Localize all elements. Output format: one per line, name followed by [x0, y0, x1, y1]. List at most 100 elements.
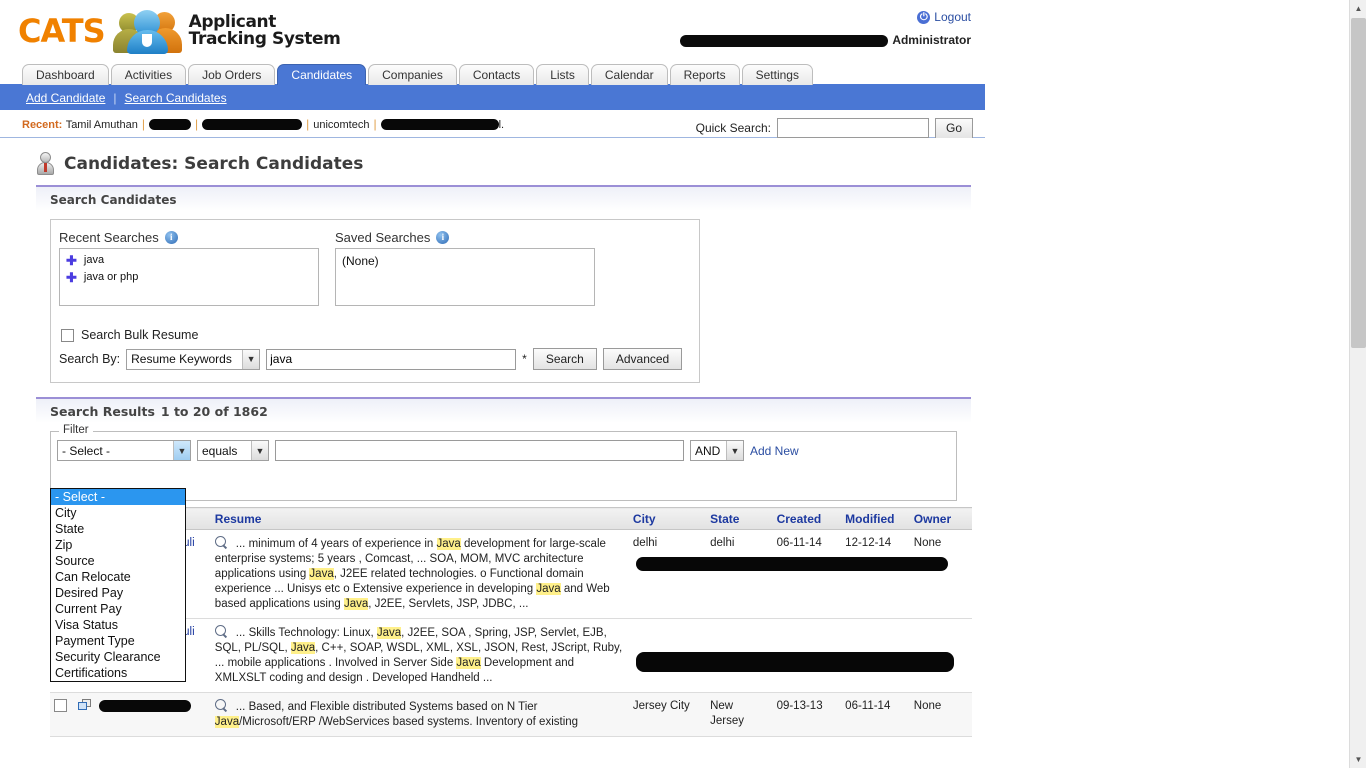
row-select-cell [50, 693, 74, 737]
quick-search-go-button[interactable]: Go [935, 118, 973, 139]
cell-modified: 12-12-14 [841, 530, 910, 619]
recent-separator: | [373, 117, 376, 131]
tab-job-orders[interactable]: Job Orders [188, 64, 275, 85]
column-header-state[interactable]: State [706, 508, 772, 530]
column-header-label: State [710, 512, 739, 526]
add-new-filter-link[interactable]: Add New [750, 444, 799, 458]
column-header-label: Resume [215, 512, 262, 526]
column-header-modified[interactable]: Modified [841, 508, 910, 530]
magnifier-icon[interactable] [215, 699, 228, 712]
tab-companies[interactable]: Companies [368, 64, 457, 85]
column-header-city[interactable]: City [629, 508, 706, 530]
recent-separator: | [142, 117, 145, 131]
cell-state: delhi [706, 530, 772, 619]
filter-option-visa-status[interactable]: Visa Status [51, 617, 185, 633]
subnav-item-add-candidate[interactable]: Add Candidate [26, 91, 105, 105]
cell-owner: None [910, 530, 972, 619]
resume-highlight-term: Java [344, 598, 368, 610]
scrollbar-down-arrow-icon[interactable]: ▼ [1350, 751, 1366, 768]
filter-value-input[interactable] [275, 440, 684, 461]
magnifier-icon[interactable] [215, 625, 228, 638]
saved-searches-empty: (None) [342, 254, 379, 268]
filter-option-city[interactable]: City [51, 505, 185, 521]
row-pipeline-cell [74, 693, 95, 737]
resume-text: , J2EE, Servlets, JSP, JDBC, ... [368, 598, 528, 610]
table-row[interactable]: ... Based, and Flexible distributed Syst… [50, 693, 972, 737]
filter-field-dropdown-options[interactable]: - Select -CityStateZipSourceCan Relocate… [50, 488, 186, 682]
quick-search-input[interactable] [777, 118, 929, 138]
column-header-label: Modified [845, 512, 894, 526]
recent-label: Recent: [22, 119, 62, 131]
tab-settings[interactable]: Settings [742, 64, 813, 85]
page-scrollbar[interactable]: ▲ ▼ [1349, 0, 1366, 768]
search-by-select[interactable]: Resume Keywords ▼ [126, 349, 260, 370]
tab-contacts[interactable]: Contacts [459, 64, 534, 85]
filter-option-desired-pay[interactable]: Desired Pay [51, 585, 185, 601]
filter-option-certifications[interactable]: Certifications [51, 665, 185, 681]
search-keywords-input[interactable] [266, 349, 516, 370]
tab-candidates[interactable]: Candidates [277, 64, 366, 85]
filter-operator-select[interactable]: equals ▼ [197, 440, 269, 461]
chevron-down-icon: ▼ [251, 441, 268, 460]
user-identity-row: Administrator [680, 33, 971, 47]
filter-option-state[interactable]: State [51, 521, 185, 537]
saved-searches-column: Saved Searches i (None) [335, 230, 595, 306]
filter-field-select[interactable]: - Select - ▼ [57, 440, 191, 461]
column-header-label: Owner [914, 512, 951, 526]
filter-legend: Filter [59, 424, 93, 436]
filter-option-source[interactable]: Source [51, 553, 185, 569]
scrollbar-thumb[interactable] [1351, 18, 1366, 348]
tab-activities[interactable]: Activities [111, 64, 186, 85]
scrollbar-up-arrow-icon[interactable]: ▲ [1350, 0, 1366, 17]
filter-boolean-select[interactable]: AND ▼ [690, 440, 744, 461]
recent-search-item[interactable]: ✚java or php [66, 271, 312, 283]
recent-searches-box: ✚java ✚java or php [59, 248, 319, 306]
search-bulk-resume-checkbox[interactable] [61, 329, 74, 342]
recent-searches-label: Recent Searches [59, 230, 159, 245]
recent-search-item[interactable]: ✚java [66, 254, 312, 266]
cell-city: delhi [629, 530, 706, 619]
add-to-pipeline-icon[interactable] [78, 699, 92, 712]
column-header-resume[interactable]: Resume [211, 508, 629, 530]
filter-option-select[interactable]: - Select - [51, 489, 185, 505]
recent-search-label: java or php [84, 271, 138, 283]
recent-item-link[interactable]: Tamil Amuthan [66, 119, 138, 131]
recent-item-link[interactable]: unicomtech [313, 119, 369, 131]
filter-option-payment-type[interactable]: Payment Type [51, 633, 185, 649]
filter-option-zip[interactable]: Zip [51, 537, 185, 553]
logo-subtitle: Applicant Tracking System [189, 14, 341, 48]
search-bulk-resume-label: Search Bulk Resume [81, 328, 198, 342]
search-panel: Recent Searches i ✚java ✚java or php Save… [50, 219, 700, 383]
tab-dashboard[interactable]: Dashboard [22, 64, 109, 85]
logo-people-icon [111, 8, 185, 54]
magnifier-icon[interactable] [215, 536, 228, 549]
recent-separator: | [306, 117, 309, 131]
main-tab-bar: DashboardActivitiesJob OrdersCandidatesC… [0, 64, 985, 86]
filter-option-can-relocate[interactable]: Can Relocate [51, 569, 185, 585]
tab-lists[interactable]: Lists [536, 64, 589, 85]
row-select-checkbox[interactable] [54, 699, 67, 712]
cell-city: Jersey City [629, 693, 706, 737]
filter-operator-selected-value: equals [202, 444, 237, 458]
tab-calendar[interactable]: Calendar [591, 64, 668, 85]
logout-link[interactable]: Logout [934, 10, 971, 24]
info-icon[interactable]: i [165, 231, 178, 244]
table-row[interactable]: tipuli... minimum of 4 years of experien… [50, 530, 972, 619]
recent-searches-column: Recent Searches i ✚java ✚java or php [59, 230, 319, 306]
search-button[interactable]: Search [533, 348, 597, 370]
tab-reports[interactable]: Reports [670, 64, 740, 85]
column-header-created[interactable]: Created [773, 508, 842, 530]
page-title-row: Candidates: Search Candidates [14, 138, 971, 185]
recent-item-redacted [202, 119, 302, 130]
resume-highlight-term: Java [377, 627, 401, 639]
recent-item-redacted [149, 119, 191, 130]
candidate-name-cell[interactable] [95, 693, 211, 737]
advanced-search-button[interactable]: Advanced [603, 348, 682, 370]
subnav-item-search-candidates[interactable]: Search Candidates [125, 91, 227, 105]
info-icon[interactable]: i [436, 231, 449, 244]
column-header-owner[interactable]: Owner [910, 508, 972, 530]
saved-searches-label: Saved Searches [335, 230, 430, 245]
filter-option-current-pay[interactable]: Current Pay [51, 601, 185, 617]
filter-option-security-clearance[interactable]: Security Clearance [51, 649, 185, 665]
resume-highlight-term: Java [309, 568, 333, 580]
